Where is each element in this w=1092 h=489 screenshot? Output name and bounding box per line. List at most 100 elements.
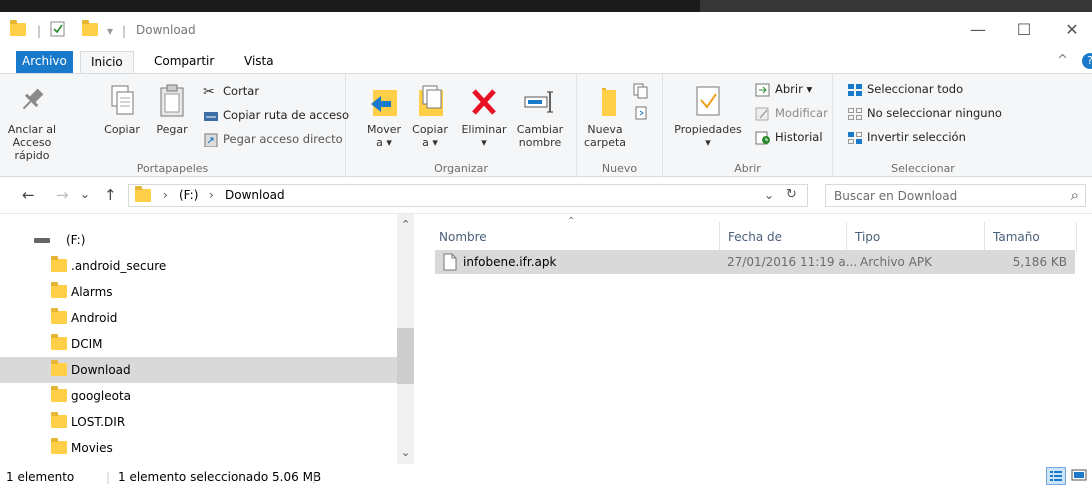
large-icons-view-icon[interactable] xyxy=(1070,467,1090,485)
cut-button[interactable]: ✂ Cortar xyxy=(203,81,259,101)
nav-item-label: Download xyxy=(71,363,131,377)
copy-button[interactable]: Copiar xyxy=(102,84,142,136)
select-all-button[interactable]: Seleccionar todo xyxy=(847,79,963,99)
file-type: Archivo APK xyxy=(860,255,932,269)
file-list: ⌃ Nombre Fecha de modifica... Tipo Tamañ… xyxy=(415,214,1092,464)
maximize-button[interactable]: ☐ xyxy=(1004,18,1044,42)
new-folder-quick-icon[interactable] xyxy=(82,20,98,36)
group-nuevo: Nueva carpeta Nuevo xyxy=(577,74,663,177)
modify-button[interactable]: Modificar xyxy=(755,103,828,123)
nav-item-android-secure[interactable]: .android_secure xyxy=(0,253,397,279)
tab-compartir[interactable]: Compartir xyxy=(144,51,224,73)
new-folder-button[interactable]: Nueva carpeta xyxy=(581,84,629,149)
nav-item-label: googleota xyxy=(71,389,132,403)
scroll-down-button[interactable]: ⌄ xyxy=(401,446,410,459)
scroll-up-button[interactable]: ⌃ xyxy=(401,218,410,231)
file-icon xyxy=(443,253,457,279)
paste-button[interactable]: Pegar xyxy=(152,84,192,136)
easy-access-icon xyxy=(635,106,647,120)
properties-icon xyxy=(696,86,720,116)
history-icon xyxy=(755,131,771,145)
properties-quick-icon[interactable] xyxy=(50,21,66,40)
nav-item-movies[interactable]: Movies xyxy=(0,435,397,461)
column-header-type[interactable]: Tipo xyxy=(847,222,985,252)
forward-button[interactable]: → xyxy=(56,186,69,204)
refresh-button[interactable]: ↻ xyxy=(786,187,797,202)
copy-icon xyxy=(111,85,134,115)
nav-item-label: Alarms xyxy=(71,285,113,299)
folder-icon xyxy=(10,20,26,36)
select-none-button[interactable]: No seleccionar ninguno xyxy=(847,103,1002,123)
delete-button[interactable]: Eliminar ▾ xyxy=(456,84,512,149)
top-border xyxy=(0,0,1092,12)
nav-item-drive-f[interactable]: (F:) xyxy=(0,227,397,253)
nav-item-dcim[interactable]: DCIM xyxy=(0,331,397,357)
nav-item-googleota[interactable]: googleota xyxy=(0,383,397,409)
ribbon-tabs: Archivo Inicio Compartir Vista ^ ? xyxy=(0,49,1092,73)
paste-shortcut-button[interactable]: Pegar acceso directo xyxy=(203,129,343,149)
group-portapapeles: Anclar al Acceso rápido Copiar Pegar ✂ Co… xyxy=(0,74,349,177)
move-to-icon xyxy=(371,90,397,116)
new-item-icon xyxy=(633,83,648,99)
address-bar[interactable]: › (F:) › Download ⌄ ↻ xyxy=(128,184,808,207)
folder-icon xyxy=(51,386,67,402)
easy-access-button[interactable] xyxy=(627,104,655,125)
nav-item-label: DCIM xyxy=(71,337,103,351)
details-view-icon[interactable] xyxy=(1046,467,1066,485)
new-item-button[interactable] xyxy=(627,82,655,103)
folder-icon xyxy=(135,186,151,202)
group-label: Portapapeles xyxy=(136,162,209,175)
close-button[interactable]: ✕ xyxy=(1052,18,1092,42)
search-input[interactable]: Buscar en Download ⌕ xyxy=(825,184,1086,207)
nav-item-android[interactable]: Android xyxy=(0,305,397,331)
nav-item-label: .android_secure xyxy=(71,259,167,273)
up-button[interactable]: ↑ xyxy=(104,186,117,204)
search-placeholder: Buscar en Download xyxy=(834,189,958,203)
folder-icon xyxy=(51,308,67,324)
nav-item-lost-dir[interactable]: LOST.DIR xyxy=(0,409,397,435)
nav-item-alarms[interactable]: Alarms xyxy=(0,279,397,305)
minimize-button[interactable]: — xyxy=(958,18,998,42)
folder-icon xyxy=(51,334,67,350)
pin-quick-access-button[interactable]: Anclar al Acceso rápido xyxy=(4,84,60,162)
column-header-name[interactable]: Nombre xyxy=(431,222,720,252)
move-to-button[interactable]: Mover a ▾ xyxy=(362,84,406,149)
group-label: Organizar xyxy=(434,162,488,175)
copy-path-button[interactable]: Copiar ruta de acceso xyxy=(203,105,349,125)
address-dropdown-button[interactable]: ⌄ xyxy=(764,188,774,202)
search-icon[interactable]: ⌕ xyxy=(1071,186,1079,204)
folder-icon xyxy=(51,360,67,376)
group-organizar: Mover a ▾ Copiar a ▾ Eliminar ▾ Cambiar … xyxy=(346,74,577,177)
nav-scrollbar[interactable]: ⌃ ⌄ xyxy=(397,214,414,464)
nav-item-download[interactable]: Download xyxy=(0,357,397,383)
history-button[interactable]: Historial xyxy=(755,127,823,147)
column-header-size[interactable]: Tamaño xyxy=(985,222,1077,252)
back-button[interactable]: ← xyxy=(22,186,35,204)
rename-button[interactable]: Cambiar nombre xyxy=(512,84,568,149)
invert-selection-button[interactable]: Invertir selección xyxy=(847,127,966,147)
select-all-icon xyxy=(847,83,863,97)
copy-path-icon xyxy=(203,109,219,123)
copy-to-button[interactable]: Copiar a ▾ xyxy=(408,84,452,149)
paste-icon xyxy=(160,84,184,117)
paste-shortcut-icon xyxy=(203,133,219,147)
customize-quick-access-icon[interactable]: ▾ xyxy=(107,24,113,38)
properties-button[interactable]: Propiedades ▾ xyxy=(673,84,743,149)
help-icon[interactable]: ? xyxy=(1082,53,1092,69)
scroll-thumb[interactable] xyxy=(397,328,414,384)
tab-archivo[interactable]: Archivo xyxy=(16,51,73,73)
breadcrumb-download[interactable]: Download xyxy=(225,188,285,202)
nav-item-label: LOST.DIR xyxy=(71,415,126,429)
column-header-date[interactable]: Fecha de modifica... xyxy=(720,222,847,274)
invert-selection-icon xyxy=(847,131,863,145)
collapse-ribbon-icon[interactable]: ^ xyxy=(1057,53,1068,68)
open-button[interactable]: Abrir ▾ xyxy=(755,79,812,99)
select-none-icon xyxy=(847,107,863,121)
tab-vista[interactable]: Vista xyxy=(234,51,284,73)
file-row[interactable]: infobene.ifr.apk 27/01/2016 11:19 a... A… xyxy=(435,250,1075,274)
title-bar: | ▾ | Download — ☐ ✕ xyxy=(0,12,1092,49)
tab-inicio[interactable]: Inicio xyxy=(80,51,134,73)
breadcrumb-drive[interactable]: (F:) xyxy=(179,188,198,202)
recent-locations-button[interactable]: ⌄ xyxy=(80,187,90,201)
file-name: infobene.ifr.apk xyxy=(463,255,557,269)
